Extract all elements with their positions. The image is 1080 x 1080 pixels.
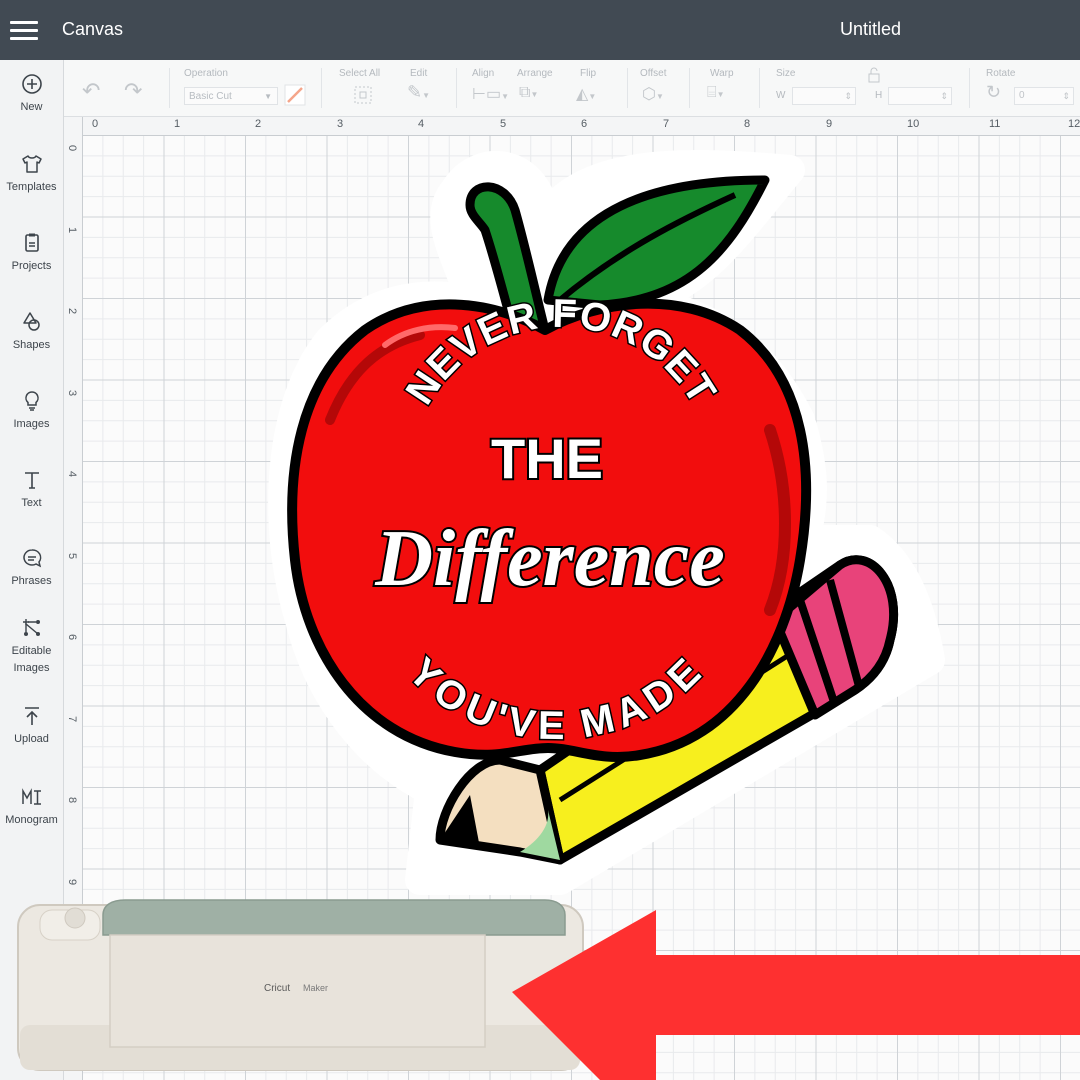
red-arrow: [512, 910, 1080, 1080]
arrow-shape: [512, 910, 1080, 1080]
